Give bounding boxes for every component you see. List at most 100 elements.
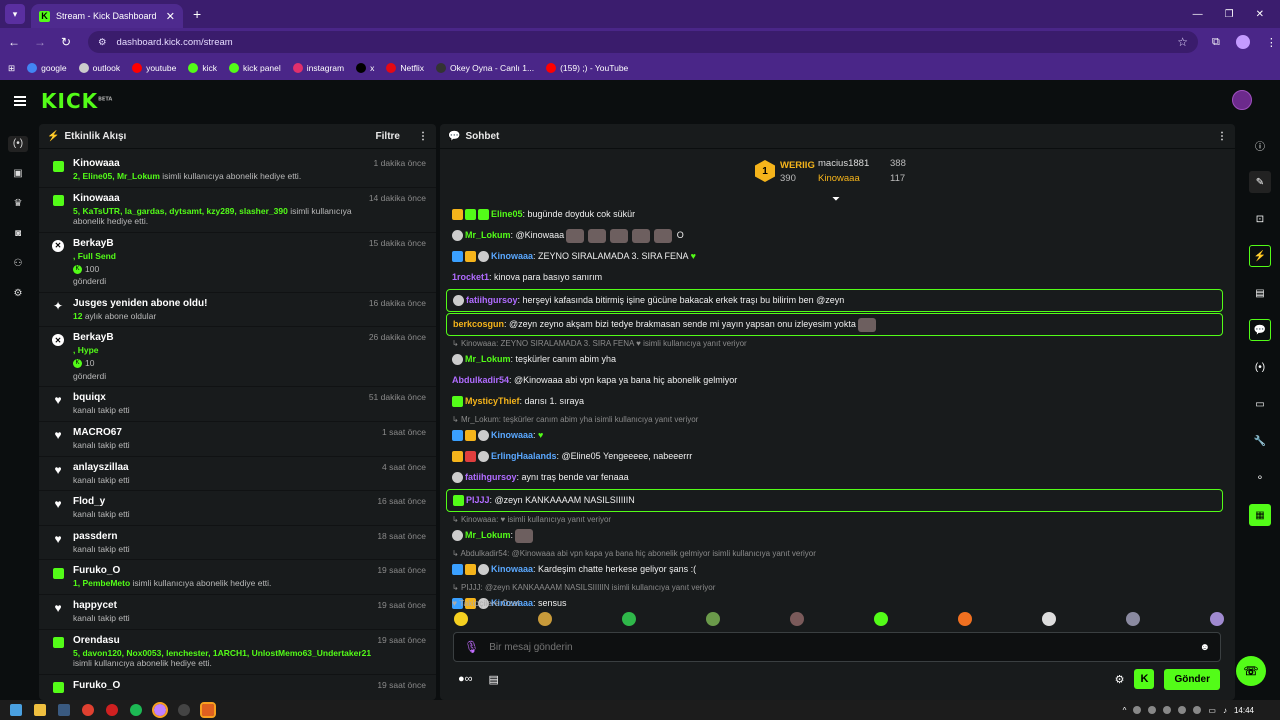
activity-item[interactable]: ✕ BerkayB, Full Send K 100 gönderdi 15 dakika… — [39, 233, 436, 293]
windows-start-icon[interactable] — [10, 704, 22, 716]
activity-item[interactable]: Furuko_O 1, PembeMeto isimli kullanıcıya … — [39, 560, 436, 595]
chat-username[interactable]: 1rocket1 — [452, 272, 489, 282]
activity-item[interactable]: ♥ anlayszillaa kanalı takip etti 4 saat önc… — [39, 457, 436, 492]
chat-username[interactable]: Kinowaaa — [491, 564, 533, 574]
chat-username[interactable]: fatiihgursoy — [465, 472, 517, 482]
store-icon[interactable]: ▤ — [489, 673, 499, 686]
chat-username[interactable]: berkcosgun — [453, 319, 504, 329]
activity-item[interactable]: Orendasu 5, davon120, Nox0053, lenchester… — [39, 630, 436, 675]
reply-context[interactable]: ↳ PIJJJ: @zeyn KANKAAAAM NASILSIIIIIN is… — [446, 582, 1223, 593]
capture-icon[interactable]: ⊡ — [1249, 208, 1271, 230]
chat-message[interactable]: fatiihgursoy: herşeyi kafasında bitirmiş… — [446, 289, 1223, 312]
browser-tab[interactable]: K Stream - Kick Dashboard ✕ — [31, 4, 183, 28]
chat-message[interactable]: Abdulkadir54: @Kinowaaa abi vpn kapa ya … — [446, 370, 1223, 391]
activity-username[interactable]: Furuko_O — [73, 565, 371, 576]
kick-mod-button[interactable]: K — [1134, 669, 1155, 689]
kicks-icon[interactable]: ●∞ — [458, 673, 473, 686]
emote-icon[interactable] — [1210, 612, 1224, 626]
emote-icon[interactable] — [1126, 612, 1140, 626]
chat-message[interactable]: Kinowaaa: sensus — [446, 593, 1223, 614]
restore-icon[interactable]: ❐ — [1225, 9, 1234, 20]
reply-context[interactable]: ↳ Mr_Lokum: teşkürler canım abim yha isi… — [446, 414, 1223, 425]
spotify-icon[interactable] — [130, 704, 142, 716]
chat-message[interactable]: Kinowaaa: ♥ — [446, 425, 1223, 446]
reply-context[interactable]: ↳ Abdulkadir54: @Kinowaaa abi vpn kapa y… — [446, 548, 1223, 559]
activity-item[interactable]: ♥ happycet kanalı takip etti 19 saat önce — [39, 595, 436, 630]
chat-message[interactable]: Eline05: bugünde doyduk cok sükür — [446, 204, 1223, 225]
opera-icon[interactable] — [106, 704, 118, 716]
chat-message[interactable]: fatiihgursoy: aynı traş bende var fenaaa — [446, 467, 1223, 488]
emote-icon[interactable] — [958, 612, 972, 626]
bookmark-google[interactable]: google — [27, 63, 67, 73]
chat-message[interactable]: berkcosgun: @zeyn zeyno akşam bizi tedye… — [446, 313, 1223, 336]
activity-item[interactable]: Kinowaaa 5, KaTsUTR, la_gardas, dytsamt, … — [39, 188, 436, 233]
chat-message[interactable]: ErlingHaalands: @Eline05 Yengeeeee, nabe… — [446, 446, 1223, 467]
chat-message[interactable]: Mr_Lokum: @Kinowaaa O — [446, 225, 1223, 246]
activity-username[interactable]: Kinowaaa — [73, 158, 368, 169]
forward-icon[interactable]: → — [28, 35, 52, 49]
chat-username[interactable]: fatiihgursoy — [466, 295, 518, 305]
volume-icon[interactable]: ♪ — [1223, 706, 1227, 715]
emote-icon[interactable] — [538, 612, 552, 626]
activity-username[interactable]: Jusges yeniden abone oldu! — [73, 298, 363, 309]
emote-icon[interactable] — [454, 612, 468, 626]
bookmark-kick[interactable]: kick — [188, 63, 217, 73]
bookmark-star-icon[interactable]: ☆ — [1177, 35, 1188, 49]
tab-close-icon[interactable]: ✕ — [166, 10, 175, 23]
filter-button[interactable]: Filtre — [376, 131, 400, 142]
chat-username[interactable]: Eline05 — [491, 209, 523, 219]
chat-message[interactable]: Kinowaaa: ZEYNO SIRALAMADA 3. SIRA FENA … — [446, 246, 1223, 267]
stream-nav-icon[interactable]: (•) — [8, 136, 28, 152]
tools-icon[interactable]: 🔧 — [1249, 430, 1271, 452]
chat-message[interactable]: Kinowaaa: Kardeşim chatte herkese geliyo… — [446, 559, 1223, 580]
activity-item[interactable]: Kinowaaa 2, Eline05, Mr_Lokum isimli kull… — [39, 153, 436, 188]
bookmark-youtube-playlist[interactable]: (159) ;) - YouTube — [546, 63, 628, 73]
connections-icon[interactable]: ⚬ — [1249, 467, 1271, 489]
chat-username[interactable]: MysticyThief — [465, 396, 520, 406]
info-icon[interactable]: ⓘ — [1249, 134, 1271, 156]
emote-icon[interactable] — [1042, 612, 1056, 626]
user-avatar[interactable] — [1232, 90, 1252, 110]
activity-username[interactable]: Kinowaaa — [73, 193, 363, 204]
tray-app-icon[interactable] — [1163, 706, 1172, 714]
chat-username[interactable]: Mr_Lokum — [465, 530, 511, 540]
tray-expand-icon[interactable]: ^ — [1123, 706, 1127, 715]
broadcast-icon[interactable]: (•) — [1249, 356, 1271, 378]
activity-username[interactable]: passdern — [73, 531, 371, 542]
extensions-icon[interactable]: ⧉ — [1212, 36, 1220, 49]
tray-app-icon[interactable] — [1133, 706, 1142, 714]
chat-username[interactable]: PIJJJ — [466, 495, 490, 505]
leader-second-name[interactable]: macius1881 — [818, 158, 869, 169]
activity-username[interactable]: MACRO67 — [73, 427, 376, 438]
bookmark-kick-panel[interactable]: kick panel — [228, 63, 281, 73]
reply-context[interactable]: ↳ Kinowaaa: ♥ isimli kullanıcıya yanıt v… — [446, 514, 1223, 525]
clips-icon[interactable]: ▦ — [1249, 504, 1271, 526]
chrome-active-icon[interactable] — [152, 702, 168, 718]
url-bar[interactable]: ⚙ dashboard.kick.com/stream ☆ — [88, 31, 1198, 53]
tray-app-icon[interactable] — [1148, 706, 1157, 714]
chat-username[interactable]: ErlingHaalands — [491, 451, 557, 461]
reply-context[interactable]: ↳ Kinowaaa: ZEYNO SIRALAMADA 3. SIRA FEN… — [446, 338, 1223, 349]
notes-icon[interactable]: ▤ — [1249, 282, 1271, 304]
trophy-nav-icon[interactable]: ♛ — [8, 196, 28, 212]
microphone-icon[interactable]: 🎙 — [464, 640, 479, 654]
kick-logo[interactable]: KICKBETA — [41, 89, 112, 113]
activity-item[interactable]: ♥ Flod_y kanalı takip etti 16 saat önce — [39, 491, 436, 526]
chat-username[interactable]: Mr_Lokum — [465, 230, 511, 240]
layout-icon[interactable]: ▭ — [1249, 393, 1271, 415]
emote-icon[interactable] — [790, 612, 804, 626]
steam-icon[interactable] — [58, 704, 70, 716]
edit-icon[interactable]: ✎ — [1249, 171, 1271, 193]
activity-username[interactable]: Orendasu — [73, 635, 371, 646]
activity-toggle-icon[interactable]: ⚡ — [1249, 245, 1271, 267]
bookmark-outlook[interactable]: outlook — [78, 63, 120, 73]
activity-username[interactable]: BerkayB — [73, 238, 363, 249]
obs-icon[interactable] — [178, 704, 190, 716]
chat-username[interactable]: Mr_Lokum — [465, 354, 511, 364]
leader-first-name[interactable]: WERIIG — [780, 160, 815, 171]
chat-toggle-icon[interactable]: 💬 — [1249, 319, 1271, 341]
help-chat-button[interactable]: ☏ — [1236, 656, 1266, 686]
chat-username[interactable]: Abdulkadir54 — [452, 375, 509, 385]
activity-item[interactable]: ♥ bquiqx kanalı takip etti 51 dakika önce — [39, 387, 436, 422]
tray-app-icon[interactable] — [1178, 706, 1187, 714]
